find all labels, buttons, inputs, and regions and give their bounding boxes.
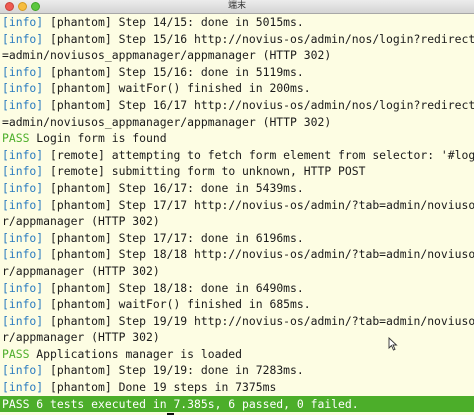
line-text: [phantom] Step 17/17: done in 6196ms.	[43, 230, 304, 245]
line-text: r/appmanager (HTTP 302)	[2, 263, 160, 278]
terminal-line: [info] [phantom] Done 19 steps in 7375ms	[2, 379, 474, 396]
info-tag: [info]	[2, 363, 44, 378]
line-text: [phantom] Step 19/19: done in 7283ms.	[43, 363, 304, 378]
terminal-line: [info] [remote] attempting to fetch form…	[2, 147, 474, 164]
line-text: [phantom] Step 19/19 http://novius-os/ad…	[50, 313, 474, 328]
window-title: 端末	[227, 1, 246, 11]
terminal-line: [info] [phantom] Step 15/16: done in 511…	[2, 64, 474, 81]
info-tag: [info]	[2, 197, 44, 212]
terminal-line: [info] [phantom] Step 14/15: done in 501…	[2, 14, 474, 31]
terminal-line: [info] [phantom] Step 18/18 http://noviu…	[2, 246, 474, 263]
info-tag: [info]	[2, 380, 44, 395]
terminal-line: [info] [phantom] Step 17/17 http://noviu…	[2, 197, 474, 214]
line-text: [phantom] waitFor() finished in 685ms.	[43, 297, 311, 312]
terminal-line: r/appmanager (HTTP 302)	[2, 263, 474, 280]
line-text: [phantom] Step 18/18 http://novius-os/ad…	[50, 247, 474, 262]
info-tag: [info]	[2, 230, 44, 245]
line-text: [phantom] Step 18/18: done in 6490ms.	[43, 280, 304, 295]
info-tag: [info]	[2, 81, 44, 96]
info-tag: [info]	[2, 15, 44, 29]
line-text: r/appmanager (HTTP 302)	[2, 214, 160, 229]
line-text: [phantom] Step 17/17 http://novius-os/ad…	[50, 197, 474, 212]
line-text: [phantom] waitFor() finished in 200ms.	[43, 81, 311, 96]
terminal-line: [info] [phantom] waitFor() finished in 2…	[2, 80, 474, 97]
terminal-line: PASS Applications manager is loaded	[2, 346, 474, 363]
terminal-line: [info] [phantom] Step 16/17 http://noviu…	[2, 97, 474, 114]
terminal-line: [info] [phantom] waitFor() finished in 6…	[2, 296, 474, 313]
line-text: Login form is found	[29, 131, 167, 146]
line-text: =admin/noviusos_appmanager/appmanager (H…	[2, 48, 332, 63]
terminal-output[interactable]: [info] [phantom] Step 14/15: done in 501…	[0, 14, 474, 415]
line-text: [phantom] Step 14/15: done in 5015ms.	[43, 15, 304, 29]
pass-tag: PASS	[2, 131, 30, 146]
terminal-line: PASS Login form is found	[2, 130, 474, 147]
line-text: Applications manager is loaded	[29, 346, 243, 361]
terminal-line: =admin/noviusos_appmanager/appmanager (H…	[2, 114, 474, 131]
info-tag: [info]	[2, 247, 44, 262]
line-text: [remote] submitting form to unknown, HTT…	[43, 164, 366, 179]
terminal-line: [info] [remote] submitting form to unkno…	[2, 163, 474, 180]
info-tag: [info]	[2, 64, 44, 79]
info-tag: [info]	[2, 147, 44, 162]
info-tag: [info]	[2, 180, 44, 195]
terminal-line: [info] [phantom] Step 19/19 http://noviu…	[2, 313, 474, 330]
info-tag: [info]	[2, 313, 44, 328]
line-text: =admin/noviusos_appmanager/appmanager (H…	[2, 114, 332, 129]
terminal-line: [info] [phantom] Step 17/17: done in 619…	[2, 230, 474, 247]
info-tag: [info]	[2, 280, 44, 295]
line-text: [remote] attempting to fetch form elemen…	[50, 147, 474, 162]
terminal-line: r/appmanager (HTTP 302)	[2, 329, 474, 346]
info-tag: [info]	[2, 31, 44, 46]
line-text: [phantom] Done 19 steps in 7375ms	[43, 380, 277, 395]
line-text: [phantom] Step 16/17: done in 5439ms.	[43, 180, 304, 195]
line-text: r/appmanager (HTTP 302)	[2, 330, 160, 345]
terminal-line: [info] [phantom] Step 16/17: done in 543…	[2, 180, 474, 197]
info-tag: [info]	[2, 297, 44, 312]
terminal-line: r/appmanager (HTTP 302)	[2, 213, 474, 230]
line-text: [phantom] Step 15/16: done in 5119ms.	[43, 64, 304, 79]
line-text: [phantom] Step 15/16 http://novius-os/ad…	[50, 31, 474, 46]
terminal-line: [info] [phantom] Step 19/19: done in 728…	[2, 362, 474, 379]
pass-tag: PASS	[2, 346, 30, 361]
terminal-line: [info] [phantom] Step 15/16 http://noviu…	[2, 31, 474, 48]
mouse-pointer-icon	[388, 337, 398, 351]
info-tag: [info]	[2, 164, 44, 179]
title-bar[interactable]: 端末	[0, 0, 474, 14]
terminal-line: =admin/noviusos_appmanager/appmanager (H…	[2, 47, 474, 64]
info-tag: [info]	[2, 97, 44, 112]
test-summary-line: PASS 6 tests executed in 7.385s, 6 passe…	[0, 395, 474, 413]
terminal-line: [info] [phantom] Step 18/18: done in 649…	[2, 280, 474, 297]
line-text: [phantom] Step 16/17 http://novius-os/ad…	[50, 97, 474, 112]
terminal-window: 端末 [info] [phantom] Step 14/15: done in …	[0, 0, 474, 415]
